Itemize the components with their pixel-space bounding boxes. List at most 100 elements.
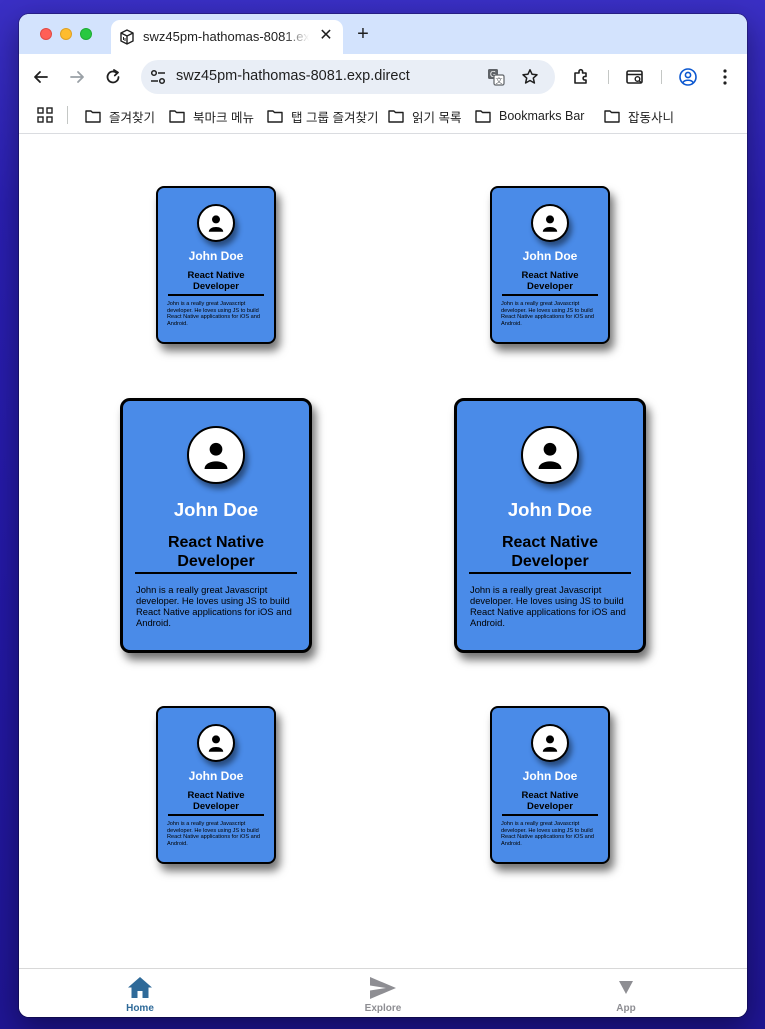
profile-card: John Doe React Native Developer John is …	[490, 186, 610, 344]
tab-title: swz45pm-hathomas-8081.exp.direct	[143, 29, 309, 44]
card-role: React Native Developer	[521, 790, 579, 812]
profile-card: John Doe React Native Developer John is …	[120, 398, 312, 653]
tab-strip: swz45pm-hathomas-8081.exp.direct ✕ +	[19, 14, 747, 54]
card-role: React Native Developer	[167, 534, 265, 570]
card-name: John Doe	[188, 769, 244, 783]
translate-icon[interactable]: G 文	[487, 68, 505, 86]
card-bio: John is a really great Javascript develo…	[470, 584, 626, 628]
folder-icon	[267, 110, 283, 123]
card-divider	[469, 572, 631, 574]
triangle-down-icon	[619, 981, 633, 994]
bookmark-folder[interactable]: Bookmarks Bar	[475, 106, 584, 126]
profile-card: John Doe React Native Developer John is …	[490, 706, 610, 864]
person-silhouette-icon	[208, 215, 224, 232]
browser-window: swz45pm-hathomas-8081.exp.direct ✕ + swz…	[19, 14, 747, 1017]
card-bio: John is a really great Javascript develo…	[501, 821, 594, 847]
folder-icon	[169, 110, 185, 123]
avatar	[187, 426, 245, 484]
person-silhouette-icon	[208, 735, 224, 752]
bookmark-label: Bookmarks Bar	[499, 109, 585, 123]
bookmark-folder[interactable]: 북마크 메뉴	[169, 106, 254, 126]
bookmark-folder[interactable]: 탭 그룹 즐겨찾기	[267, 106, 378, 126]
avatar	[531, 724, 569, 762]
address-bar[interactable]: swz45pm-hathomas-8081.exp.direct G 文	[141, 60, 555, 94]
bookmark-label: 탭 그룹 즐겨찾기	[291, 110, 379, 125]
card-name: John Doe	[522, 769, 578, 783]
tab-search-icon[interactable]	[625, 67, 645, 87]
bookmark-label: 북마크 메뉴	[193, 110, 254, 125]
toolbar-divider	[661, 70, 662, 84]
person-silhouette-icon	[542, 215, 558, 232]
profile-icon[interactable]	[678, 67, 698, 87]
home-icon	[128, 977, 152, 998]
send-icon	[370, 977, 396, 999]
card-bio: John is a really great Javascript develo…	[167, 821, 260, 847]
folder-icon	[388, 110, 404, 123]
card-divider	[502, 814, 598, 816]
site-settings-icon[interactable]	[149, 68, 167, 86]
person-silhouette-icon	[542, 735, 558, 752]
tab-explore[interactable]: Explore	[262, 969, 504, 1017]
avatar	[197, 204, 235, 242]
card-bio: John is a really great Javascript develo…	[136, 584, 292, 628]
tab-close-icon[interactable]: ✕	[317, 27, 335, 45]
card-name: John Doe	[507, 499, 593, 520]
bookmarks-bar: 즐겨찾기 북마크 메뉴 탭 그룹 즐겨찾기 읽기 목록 Bookmarks Ba…	[19, 100, 747, 134]
profile-card: John Doe React Native Developer John is …	[156, 706, 276, 864]
bookmark-label: 잡동사니	[628, 110, 675, 125]
url-text: swz45pm-hathomas-8081.exp.direct	[176, 68, 410, 84]
card-role: React Native Developer	[521, 270, 579, 292]
tab-label: App	[616, 1003, 636, 1014]
back-arrow-icon[interactable]	[31, 67, 51, 87]
browser-tab[interactable]: swz45pm-hathomas-8081.exp.direct ✕	[111, 20, 343, 54]
apps-grid-icon[interactable]	[37, 107, 53, 123]
tab-home[interactable]: Home	[19, 969, 261, 1017]
bottom-tab-bar: Home Explore App	[19, 968, 747, 1017]
card-name: John Doe	[188, 249, 244, 263]
close-window-button[interactable]	[40, 28, 52, 40]
toolbar-divider	[608, 70, 609, 84]
bookmark-folder[interactable]: 즐겨찾기	[85, 106, 155, 126]
browser-toolbar: swz45pm-hathomas-8081.exp.direct G 文	[19, 54, 747, 100]
card-role: React Native Developer	[187, 270, 245, 292]
card-bio: John is a really great Javascript develo…	[167, 301, 260, 327]
bookmark-label: 즐겨찾기	[109, 110, 156, 125]
zoom-window-button[interactable]	[80, 28, 92, 40]
folder-icon	[475, 110, 491, 123]
avatar	[197, 724, 235, 762]
folder-icon	[85, 110, 101, 123]
profile-card: John Doe React Native Developer John is …	[156, 186, 276, 344]
extensions-icon[interactable]	[571, 67, 591, 87]
more-menu-icon[interactable]	[715, 67, 735, 87]
reload-icon[interactable]	[103, 67, 123, 87]
tab-label: Explore	[364, 1003, 402, 1014]
svg-text:文: 文	[496, 76, 503, 85]
avatar	[521, 426, 579, 484]
bookmark-star-icon[interactable]	[521, 68, 539, 86]
person-silhouette-icon	[204, 442, 228, 469]
card-divider	[168, 294, 264, 296]
expo-favicon-icon	[120, 29, 134, 45]
card-divider	[135, 572, 297, 574]
app-content: John Doe React Native Developer John is …	[19, 135, 747, 968]
card-bio: John is a really great Javascript develo…	[501, 301, 594, 327]
bookmark-folder[interactable]: 잡동사니	[604, 106, 674, 126]
forward-arrow-icon[interactable]	[67, 67, 87, 87]
bookmark-folder[interactable]: 읽기 목록	[388, 106, 461, 126]
card-role: React Native Developer	[501, 534, 599, 570]
folder-icon	[604, 110, 620, 123]
card-role: React Native Developer	[187, 790, 245, 812]
avatar	[531, 204, 569, 242]
card-name: John Doe	[173, 499, 259, 520]
new-tab-button[interactable]: +	[353, 24, 373, 44]
tab-app[interactable]: App	[505, 969, 747, 1017]
card-divider	[168, 814, 264, 816]
bookmarks-divider	[67, 106, 68, 124]
person-silhouette-icon	[538, 442, 562, 469]
tab-label: Home	[126, 1003, 154, 1014]
profile-card: John Doe React Native Developer John is …	[454, 398, 646, 653]
bookmark-label: 읽기 목록	[412, 110, 462, 125]
minimize-window-button[interactable]	[60, 28, 72, 40]
card-divider	[502, 294, 598, 296]
card-name: John Doe	[522, 249, 578, 263]
